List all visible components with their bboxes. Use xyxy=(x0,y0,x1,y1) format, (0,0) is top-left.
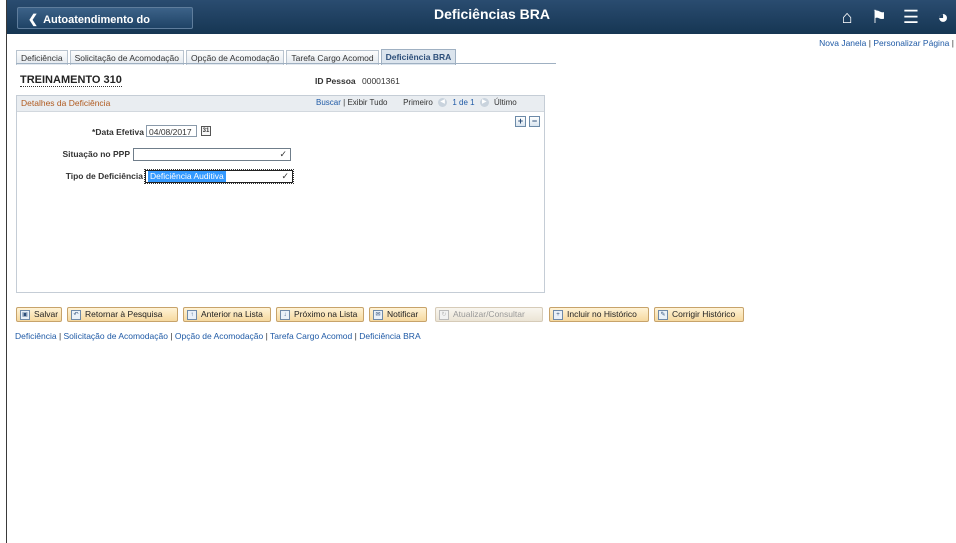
chevron-left-icon: ❮ xyxy=(28,12,39,26)
bottom-link-tarefa-cargo-acomod[interactable]: Tarefa Cargo Acomod xyxy=(270,331,352,341)
ppp-status-label: Situação no PPP xyxy=(62,149,130,159)
previous-button-label: Anterior na Lista xyxy=(201,309,263,319)
correct-history-label: Corrigir Histórico xyxy=(672,309,736,319)
effective-date-input[interactable]: 04/08/2017 xyxy=(146,125,197,137)
home-icon[interactable]: ⌂ xyxy=(834,5,860,29)
next-row-icon[interactable]: ▶ xyxy=(479,98,489,108)
notify-button[interactable]: ✉ Notificar xyxy=(369,307,427,322)
panel-header: Detalhes da Deficiência Buscar | Exibir … xyxy=(17,96,544,112)
chevron-down-icon: ✓ xyxy=(281,171,289,181)
entity-name: TREINAMENTO 310 xyxy=(20,74,122,87)
header-banner: ❮ Autoatendimento do Gerente Deficiências… xyxy=(7,0,956,48)
link-separator: | xyxy=(167,331,175,341)
header-icons: ⌂ ⚑ ☰ ◕ xyxy=(828,5,956,29)
save-button-label: Salvar xyxy=(34,309,59,319)
top-links: Nova Janela | Personalizar Página | xyxy=(819,38,954,48)
bottom-link-deficiencia-bra[interactable]: Deficiência BRA xyxy=(359,331,420,341)
bottom-link-solicitacao-acomodacao[interactable]: Solicitação de Acomodação xyxy=(64,331,168,341)
person-id-value: 00001361 xyxy=(362,76,400,86)
panel-title: Detalhes da Deficiência xyxy=(21,98,111,108)
disability-type-value: Deficiência Auditiva xyxy=(148,171,226,182)
personalize-page-link[interactable]: Personalizar Página xyxy=(873,38,949,48)
back-button-label: Autoatendimento do Gerente xyxy=(28,14,150,48)
correct-history-icon: ✎ xyxy=(658,309,668,320)
last-label: Último xyxy=(494,98,517,107)
row-range: 1 de 1 xyxy=(452,98,475,107)
left-frame-border xyxy=(0,0,7,543)
add-row-button[interactable]: + xyxy=(515,116,526,127)
page-title: Deficiências BRA xyxy=(434,6,550,22)
next-icon: ↓ xyxy=(280,309,290,320)
view-all-link[interactable]: Exibir Tudo xyxy=(347,98,387,107)
save-icon: ▣ xyxy=(20,309,30,320)
refresh-icon: ↻ xyxy=(439,309,449,320)
disability-type-select[interactable]: Deficiência Auditiva ✓ xyxy=(144,169,294,184)
bottom-link-deficiencia[interactable]: Deficiência xyxy=(15,331,57,341)
navbar-icon[interactable]: ◕ xyxy=(930,5,956,29)
nav-gap xyxy=(390,98,401,107)
link-separator: | xyxy=(56,331,64,341)
previous-in-list-button[interactable]: ↑ Anterior na Lista xyxy=(183,307,271,322)
bottom-link-opcao-acomodacao[interactable]: Opção de Acomodação xyxy=(175,331,263,341)
ppp-status-select[interactable]: ✓ xyxy=(133,148,291,161)
find-link[interactable]: Buscar xyxy=(316,98,341,107)
previous-row-icon[interactable]: ◀ xyxy=(438,98,448,108)
page-tabs: Deficiência Solicitação de Acomodação Opçã… xyxy=(16,49,458,65)
previous-icon: ↑ xyxy=(187,309,197,320)
next-in-list-button[interactable]: ↓ Próximo na Lista xyxy=(276,307,364,322)
notify-button-label: Notificar xyxy=(387,309,419,319)
refresh-button-label: Atualizar/Consultar xyxy=(453,309,525,319)
new-window-link[interactable]: Nova Janela xyxy=(819,38,866,48)
return-button-label: Retornar à Pesquisa xyxy=(85,309,163,319)
include-history-button[interactable]: + Incluir no Histórico xyxy=(549,307,649,322)
correct-history-button[interactable]: ✎ Corrigir Histórico xyxy=(654,307,744,322)
next-button-label: Próximo na Lista xyxy=(294,309,358,319)
flag-icon[interactable]: ⚑ xyxy=(866,5,892,29)
include-history-icon: + xyxy=(553,309,563,320)
bottom-page-links: Deficiência | Solicitação de Acomodação … xyxy=(15,331,421,341)
person-id-label: ID Pessoa xyxy=(315,76,356,86)
menu-icon[interactable]: ☰ xyxy=(898,5,924,29)
save-button[interactable]: ▣ Salvar xyxy=(16,307,62,322)
delete-row-button[interactable]: − xyxy=(529,116,540,127)
tab-divider xyxy=(16,63,556,64)
details-panel: Detalhes da Deficiência Buscar | Exibir … xyxy=(16,95,545,293)
disability-type-label: Tipo de Deficiência xyxy=(65,171,143,181)
chevron-down-icon: ✓ xyxy=(279,149,287,159)
back-button[interactable]: ❮ Autoatendimento do Gerente xyxy=(17,7,193,48)
include-history-label: Incluir no Histórico xyxy=(567,309,637,319)
notify-icon: ✉ xyxy=(373,309,383,320)
effective-date-label: *Data Efetiva xyxy=(92,127,144,137)
calendar-icon[interactable]: 31 xyxy=(201,126,211,136)
link-separator: | xyxy=(951,38,954,48)
refresh-button[interactable]: ↻ Atualizar/Consultar xyxy=(435,307,543,322)
return-to-search-button[interactable]: ↶ Retornar à Pesquisa xyxy=(67,307,178,322)
first-label: Primeiro xyxy=(403,98,433,107)
return-icon: ↶ xyxy=(71,309,81,320)
panel-navigation: Buscar | Exibir Tudo Primeiro ◀ 1 de 1 ▶… xyxy=(316,98,517,108)
